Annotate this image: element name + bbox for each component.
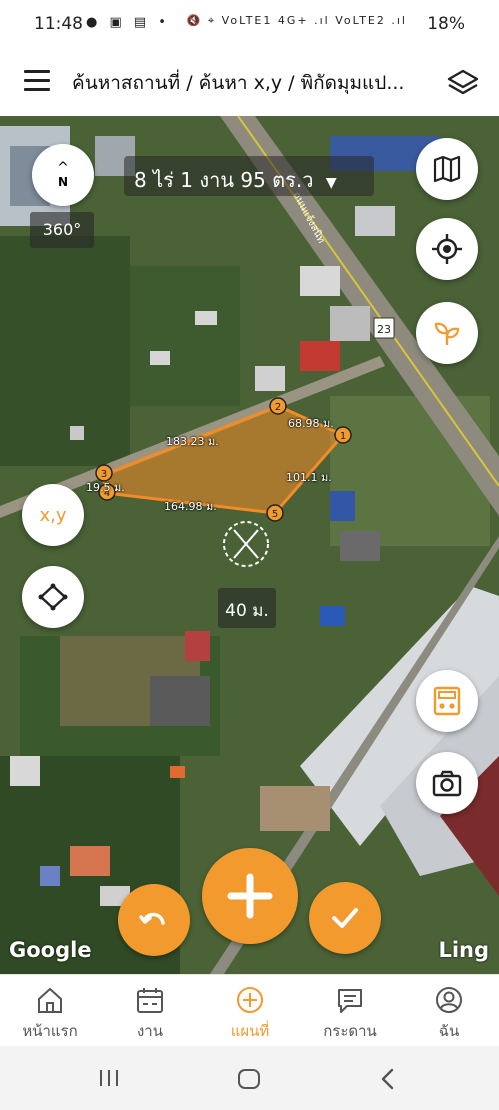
bottom-nav: หน้าแรก งาน แผนที่ กระดาน ฉัน xyxy=(0,974,499,1046)
nav-board[interactable]: กระดาน xyxy=(300,975,400,1047)
vertex-2[interactable]: 2 xyxy=(269,397,287,415)
nav-board-label: กระดาน xyxy=(323,1022,377,1040)
distance-label: 19.5 ม. xyxy=(86,481,125,494)
vertex-label: 2 xyxy=(275,402,281,413)
highway-marker: 23 xyxy=(377,323,391,336)
area-dropdown[interactable]: 8 ไร่ 1 งาน 95 ตร.ว ▼ xyxy=(124,156,374,196)
calendar-icon xyxy=(137,988,163,1013)
camera-button[interactable] xyxy=(416,752,478,814)
vertex-1[interactable]: 1 xyxy=(334,426,352,444)
layers-icon[interactable] xyxy=(447,68,479,98)
polygon-tool-button[interactable] xyxy=(22,566,84,628)
xy-button-label: x,y xyxy=(39,504,67,526)
plus-icon xyxy=(227,873,273,919)
nav-map-label: แผนที่ xyxy=(230,1022,270,1040)
confirm-button[interactable] xyxy=(309,882,381,954)
check-icon xyxy=(332,908,358,928)
home-icon xyxy=(38,987,62,1013)
page-title: ค้นหาสถานที่ / ค้นหา x,y / พิกัดมุมแป... xyxy=(72,72,405,94)
map-type-button[interactable] xyxy=(416,138,478,200)
add-point-button[interactable] xyxy=(202,848,298,944)
nav-profile[interactable]: ฉัน xyxy=(399,975,499,1047)
notification-icons: ● ▣ ▤ • xyxy=(86,15,170,30)
sprout-icon xyxy=(434,322,460,345)
compass-north-label: N xyxy=(57,175,69,189)
signal-icons: 🔇 ⌖ VoLTE1 4G+ .ıl VoLTE2 .ıl xyxy=(186,14,407,27)
map-view[interactable]: 23 ถนนแจ้งสนิท 1 2 3 4 5 183.23 ม. 68.98… xyxy=(0,116,499,974)
undo-icon xyxy=(139,912,165,925)
back-icon[interactable] xyxy=(380,1068,396,1090)
vertex-5[interactable]: 5 xyxy=(266,504,284,522)
my-location-button[interactable] xyxy=(416,218,478,280)
crosshair-icon xyxy=(432,234,462,264)
profile-icon xyxy=(436,987,462,1013)
recent-apps-icon[interactable] xyxy=(98,1068,120,1088)
system-nav-bar xyxy=(0,1046,499,1110)
app-bar: ค้นหาสถานที่ / ค้นหา x,y / พิกัดมุมแป... xyxy=(0,50,499,116)
nav-home[interactable]: หน้าแรก xyxy=(0,975,100,1047)
battery-level: 18% xyxy=(427,14,465,34)
rotation-label: 360° xyxy=(30,212,94,248)
hamburger-icon[interactable] xyxy=(24,70,50,92)
vertex-label: 5 xyxy=(272,509,278,520)
distance-label: 183.23 ม. xyxy=(166,435,219,448)
polygon-icon xyxy=(38,583,68,611)
chevron-down-icon: ▼ xyxy=(325,175,337,191)
nav-profile-label: ฉัน xyxy=(438,1022,460,1040)
xy-button[interactable]: x,y xyxy=(22,484,84,546)
undo-button[interactable] xyxy=(118,884,190,956)
nav-work[interactable]: งาน xyxy=(100,975,200,1047)
nav-work-label: งาน xyxy=(136,1022,163,1040)
nav-home-label: หน้าแรก xyxy=(22,1022,78,1040)
board-icon xyxy=(338,989,362,1013)
compass-arrow-icon: ^ xyxy=(57,160,69,176)
calculator-button[interactable] xyxy=(416,670,478,732)
google-logo: Google xyxy=(9,938,92,962)
compass-button[interactable]: ^ N xyxy=(32,144,94,206)
home-button-icon[interactable] xyxy=(237,1068,261,1090)
ling-logo: Ling xyxy=(438,938,489,962)
map-plus-icon xyxy=(237,987,263,1013)
distance-label: 164.98 ม. xyxy=(164,500,217,513)
camera-icon xyxy=(432,770,462,797)
vertex-label: 1 xyxy=(340,431,346,442)
status-time: 11:48 xyxy=(34,14,83,34)
scale-label: 40 ม. xyxy=(218,588,276,628)
area-text: 8 ไร่ 1 งาน 95 ตร.ว xyxy=(134,168,314,192)
nav-map[interactable]: แผนที่ xyxy=(200,975,300,1047)
calculator-icon xyxy=(433,686,461,716)
distance-label: 101.1 ม. xyxy=(286,471,332,484)
status-bar: 11:48 ● ▣ ▤ • 🔇 ⌖ VoLTE1 4G+ .ıl VoLTE2 … xyxy=(0,0,499,50)
distance-label: 68.98 ม. xyxy=(288,417,334,430)
map-icon xyxy=(433,155,461,183)
plant-layer-button[interactable] xyxy=(416,302,478,364)
